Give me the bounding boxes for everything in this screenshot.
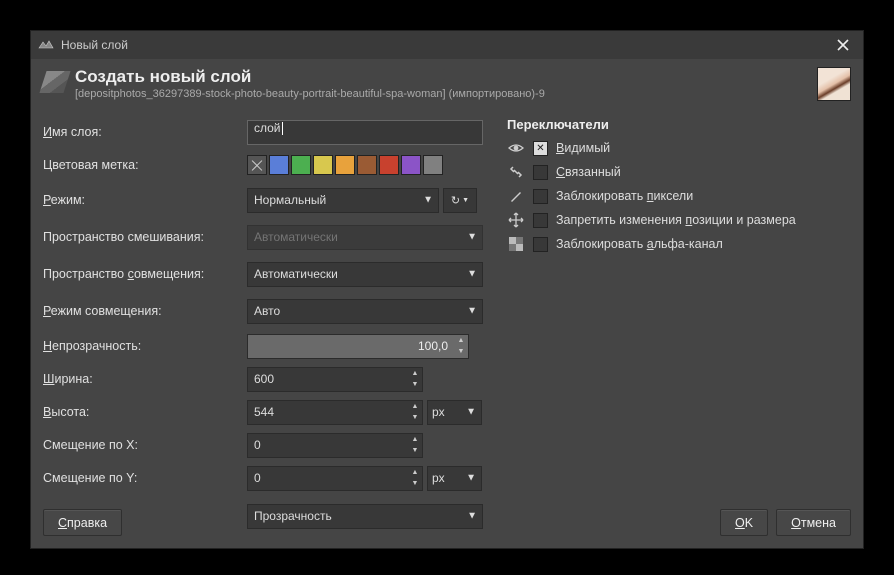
link-icon	[507, 163, 525, 181]
mode-label: Режим:	[43, 193, 247, 207]
spin-down-icon[interactable]: ▼	[409, 478, 421, 489]
color-swatch[interactable]	[379, 155, 399, 175]
switch-visible: ✕ Видимый	[507, 136, 851, 160]
height-input[interactable]: 544▲▼	[247, 400, 423, 425]
offset-x-input[interactable]: 0▲▼	[247, 433, 423, 458]
composite-mode-select[interactable]: Авто	[247, 299, 483, 324]
layer-name-label: Имя слоя:	[43, 125, 247, 139]
spin-down-icon[interactable]: ▼	[455, 346, 467, 357]
switch-label: Запретить изменения позиции и размера	[556, 213, 796, 227]
new-layer-dialog: Новый слой Создать новый слой [depositph…	[31, 31, 863, 548]
layer-name-input[interactable]: слой	[247, 120, 483, 145]
width-input[interactable]: 600▲▼	[247, 367, 423, 392]
lock-pixels-checkbox[interactable]	[533, 189, 548, 204]
composite-mode-label: Режим совмещения:	[43, 304, 247, 318]
dialog-header: Создать новый слой [depositphotos_362973…	[31, 59, 863, 111]
color-swatch[interactable]	[357, 155, 377, 175]
mode-reset-button[interactable]: ↻ ▼	[443, 188, 477, 213]
offset-x-label: Смещение по X:	[43, 438, 247, 452]
spin-up-icon[interactable]: ▲	[409, 369, 421, 380]
color-swatch[interactable]	[401, 155, 421, 175]
switch-lock-position: Запретить изменения позиции и размера	[507, 208, 851, 232]
opacity-label: Непрозрачность:	[43, 339, 247, 353]
move-icon	[507, 211, 525, 229]
color-swatch[interactable]	[423, 155, 443, 175]
titlebar: Новый слой	[31, 31, 863, 59]
spin-down-icon[interactable]: ▼	[409, 379, 421, 390]
mode-select[interactable]: Нормальный	[247, 188, 439, 213]
offset-y-input[interactable]: 0▲▼	[247, 466, 423, 491]
switch-linked: Связанный	[507, 160, 851, 184]
linked-checkbox[interactable]	[533, 165, 548, 180]
layer-icon	[39, 71, 70, 93]
spin-down-icon[interactable]: ▼	[409, 445, 421, 456]
eye-icon	[507, 139, 525, 157]
checker-icon	[507, 235, 525, 253]
composite-space-select[interactable]: Автоматически	[247, 262, 483, 287]
switches-column: Переключатели ✕ Видимый Связанный Заблок…	[507, 117, 851, 536]
close-button[interactable]	[829, 31, 857, 59]
spin-up-icon[interactable]: ▲	[409, 435, 421, 446]
dialog-subtitle: [depositphotos_36297389-stock-photo-beau…	[75, 88, 817, 100]
dialog-footer: Справка OK Отмена	[43, 509, 851, 536]
switch-label: Видимый	[556, 141, 610, 155]
spin-down-icon[interactable]: ▼	[409, 412, 421, 423]
cancel-button[interactable]: Отмена	[776, 509, 851, 536]
height-label: Высота:	[43, 405, 247, 419]
size-unit-select[interactable]: px▼	[427, 400, 482, 425]
color-swatch[interactable]	[291, 155, 311, 175]
image-thumbnail	[817, 67, 851, 101]
width-label: Ширина:	[43, 372, 247, 386]
opacity-slider[interactable]: 100,0▲▼	[247, 334, 469, 359]
blend-space-label: Пространство смешивания:	[43, 230, 247, 244]
color-swatch-none[interactable]	[247, 155, 267, 175]
help-button[interactable]: Справка	[43, 509, 122, 536]
switch-lock-pixels: Заблокировать пиксели	[507, 184, 851, 208]
color-tag-label: Цветовая метка:	[43, 158, 247, 172]
spin-up-icon[interactable]: ▲	[409, 468, 421, 479]
color-swatch[interactable]	[335, 155, 355, 175]
visible-checkbox[interactable]: ✕	[533, 141, 548, 156]
spin-up-icon[interactable]: ▲	[455, 336, 467, 347]
lock-alpha-checkbox[interactable]	[533, 237, 548, 252]
switch-label: Связанный	[556, 165, 621, 179]
switch-label: Заблокировать альфа-канал	[556, 237, 723, 251]
window-title: Новый слой	[61, 38, 829, 52]
lock-position-checkbox[interactable]	[533, 213, 548, 228]
blend-space-select[interactable]: Автоматически	[247, 225, 483, 250]
color-swatch[interactable]	[269, 155, 289, 175]
offset-unit-select[interactable]: px▼	[427, 466, 482, 491]
switch-label: Заблокировать пиксели	[556, 189, 693, 203]
switches-heading: Переключатели	[507, 117, 851, 132]
brush-icon	[507, 187, 525, 205]
dialog-heading: Создать новый слой	[75, 67, 817, 87]
app-icon	[37, 38, 55, 52]
ok-button[interactable]: OK	[720, 509, 768, 536]
offset-y-label: Смещение по Y:	[43, 471, 247, 485]
switch-lock-alpha: Заблокировать альфа-канал	[507, 232, 851, 256]
color-swatch[interactable]	[313, 155, 333, 175]
chevron-down-icon: ▼	[466, 407, 476, 418]
properties-column: Имя слоя: слой Цветовая метка:	[43, 117, 493, 536]
color-tag-swatches	[247, 155, 443, 175]
chevron-down-icon: ▼	[466, 473, 476, 484]
composite-space-label: Пространство совмещения:	[43, 267, 247, 281]
spin-up-icon[interactable]: ▲	[409, 402, 421, 413]
